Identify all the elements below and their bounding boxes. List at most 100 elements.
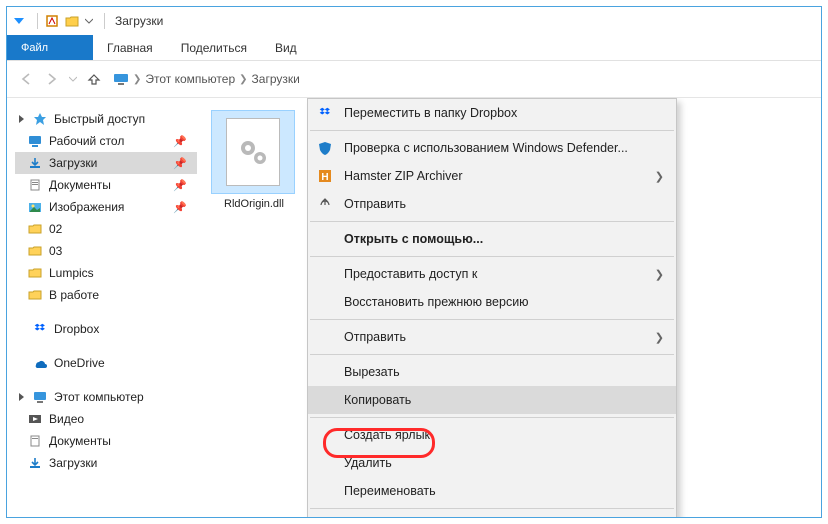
dropdown-icon[interactable]: [84, 13, 94, 29]
sidebar-item-label: Документы: [49, 434, 111, 448]
menu-item-open-with[interactable]: Открыть с помощью...: [308, 225, 676, 253]
menu-item-label: Копировать: [344, 393, 411, 407]
sidebar-item-dropbox[interactable]: Dropbox: [15, 318, 197, 340]
sidebar-item-videos[interactable]: Видео: [15, 408, 197, 430]
onedrive-icon: [32, 355, 48, 371]
menu-item-hamster[interactable]: H Hamster ZIP Archiver ❯: [308, 162, 676, 190]
navbar: ❯ Этот компьютер ❯ Загрузки: [7, 61, 821, 97]
sidebar-item-label: Быстрый доступ: [54, 112, 145, 126]
menu-item-create-shortcut[interactable]: Создать ярлык: [308, 421, 676, 449]
gear-icon: [235, 134, 271, 170]
menu-item-label: Вырезать: [344, 365, 400, 379]
menu-item-grant-access[interactable]: Предоставить доступ к ❯: [308, 260, 676, 288]
menu-item-label: Проверка с использованием Windows Defend…: [344, 141, 628, 155]
pc-icon: [113, 71, 129, 87]
sidebar-item-folder-02[interactable]: 02: [15, 218, 197, 240]
sidebar-item-documents[interactable]: Документы 📌: [15, 174, 197, 196]
nav-up-button[interactable]: [83, 68, 105, 90]
ribbon-tabs: Файл Главная Поделиться Вид: [7, 35, 821, 61]
sidebar-item-label: Рабочий стол: [49, 134, 124, 148]
nav-back-button[interactable]: [15, 68, 37, 90]
menu-separator: [310, 508, 674, 509]
pc-icon: [32, 389, 48, 405]
menu-item-label: Восстановить прежнюю версию: [344, 295, 529, 309]
sidebar-item-label: Dropbox: [54, 322, 99, 336]
menu-item-defender[interactable]: Проверка с использованием Windows Defend…: [308, 134, 676, 162]
menu-item-rename[interactable]: Переименовать: [308, 477, 676, 505]
explorer-window: Загрузки Файл Главная Поделиться Вид: [6, 6, 822, 518]
sidebar-item-desktop[interactable]: Рабочий стол 📌: [15, 130, 197, 152]
menu-item-move-dropbox[interactable]: Переместить в папку Dropbox: [308, 99, 676, 127]
folder-icon: [27, 265, 43, 281]
expand-icon: [19, 115, 24, 123]
sidebar-item-label: Загрузки: [49, 456, 97, 470]
pin-icon: 📌: [173, 201, 187, 214]
menu-item-cut[interactable]: Вырезать: [308, 358, 676, 386]
hamster-icon: H: [317, 168, 333, 184]
window-title: Загрузки: [115, 14, 163, 28]
menu-item-copy[interactable]: Копировать: [308, 386, 676, 414]
menu-item-share[interactable]: Отправить: [308, 190, 676, 218]
file-pane[interactable]: RldOrigin.dll Переместить в папку Dropbo…: [197, 98, 821, 517]
chevron-right-icon[interactable]: ❯: [239, 74, 247, 85]
breadcrumb-root[interactable]: Этот компьютер: [145, 72, 235, 86]
folder-icon: [27, 221, 43, 237]
sidebar-spacer: [15, 340, 197, 352]
properties-icon[interactable]: [44, 13, 60, 29]
sidebar-item-documents2[interactable]: Документы: [15, 430, 197, 452]
sidebar-item-this-pc[interactable]: Этот компьютер: [15, 386, 197, 408]
videos-icon: [27, 411, 43, 427]
downloads-icon: [27, 155, 43, 171]
sidebar-item-folder-inwork[interactable]: В работе: [15, 284, 197, 306]
star-icon: [32, 111, 48, 127]
menu-item-label: Открыть с помощью...: [344, 232, 483, 246]
tab-home[interactable]: Главная: [93, 35, 167, 60]
menu-separator: [310, 354, 674, 355]
down-arrow-icon[interactable]: [11, 13, 27, 29]
sidebar-item-label: Документы: [49, 178, 111, 192]
file-name-label: RldOrigin.dll: [211, 198, 297, 210]
menu-item-restore[interactable]: Восстановить прежнюю версию: [308, 288, 676, 316]
tab-share[interactable]: Поделиться: [167, 35, 261, 60]
nav-forward-button[interactable]: [41, 68, 63, 90]
menu-item-send-to[interactable]: Отправить ❯: [308, 323, 676, 351]
sidebar-item-downloads[interactable]: Загрузки 📌: [15, 152, 197, 174]
sidebar-item-label: Видео: [49, 412, 84, 426]
menu-item-properties[interactable]: Свойства: [308, 512, 676, 517]
documents-icon: [27, 177, 43, 193]
sidebar-item-label: OneDrive: [54, 356, 105, 370]
sidebar-item-downloads2[interactable]: Загрузки: [15, 452, 197, 474]
chevron-right-icon[interactable]: ❯: [133, 74, 141, 85]
sidebar-item-quick-access[interactable]: Быстрый доступ: [15, 108, 197, 130]
file-item[interactable]: RldOrigin.dll: [211, 110, 297, 210]
desktop-icon: [27, 133, 43, 149]
menu-item-label: Переименовать: [344, 484, 436, 498]
breadcrumb-current[interactable]: Загрузки: [252, 72, 300, 86]
downloads-icon: [27, 455, 43, 471]
sidebar-item-pictures[interactable]: Изображения 📌: [15, 196, 197, 218]
sidebar-item-label: Этот компьютер: [54, 390, 144, 404]
menu-item-delete[interactable]: Удалить: [308, 449, 676, 477]
dropbox-icon: [317, 105, 333, 121]
separator: [37, 13, 38, 29]
nav-recent-dropdown[interactable]: [67, 68, 79, 90]
menu-separator: [310, 319, 674, 320]
menu-item-label: Отправить: [344, 197, 406, 211]
sidebar-item-label: Lumpics: [49, 266, 94, 280]
menu-item-label: Предоставить доступ к: [344, 267, 477, 281]
sidebar-item-label: Изображения: [49, 200, 124, 214]
tab-view[interactable]: Вид: [261, 35, 311, 60]
menu-item-label: Удалить: [344, 456, 392, 470]
shield-icon: [317, 140, 333, 156]
sidebar-item-folder-03[interactable]: 03: [15, 240, 197, 262]
file-thumbnail: [211, 110, 295, 194]
chevron-right-icon: ❯: [655, 268, 664, 281]
sidebar-item-onedrive[interactable]: OneDrive: [15, 352, 197, 374]
folder-icon[interactable]: [64, 13, 80, 29]
sidebar-item-folder-lumpics[interactable]: Lumpics: [15, 262, 197, 284]
breadcrumb[interactable]: ❯ Этот компьютер ❯ Загрузки: [113, 71, 300, 87]
tab-file[interactable]: Файл: [7, 35, 93, 60]
folder-icon: [27, 243, 43, 259]
sidebar-item-label: Загрузки: [49, 156, 97, 170]
dropbox-icon: [32, 321, 48, 337]
